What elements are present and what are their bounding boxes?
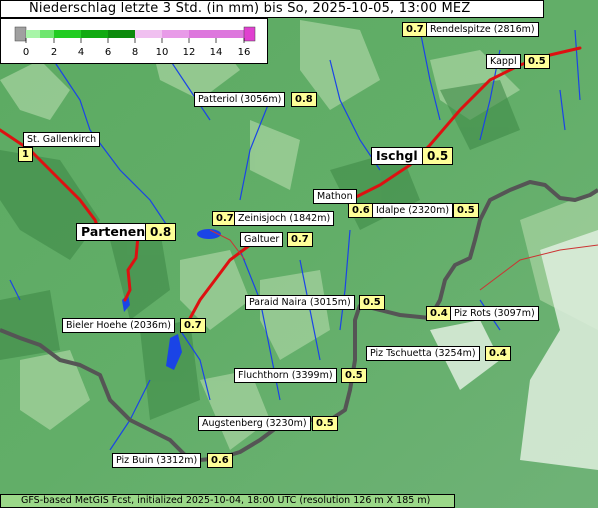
place-label[interactable]: Paraid Naira (3015m) — [245, 295, 355, 310]
place-value: 1 — [18, 147, 33, 162]
place-label[interactable]: Piz Tschuetta (3254m) — [366, 346, 480, 361]
forecast-footer: GFS-based MetGIS Fcst, initialized 2025-… — [0, 494, 455, 508]
place-label[interactable]: Kappl — [486, 54, 521, 69]
legend-swatch-6 — [135, 30, 162, 38]
place-value: 0.4 — [426, 306, 452, 321]
place-value: 0.5 — [524, 54, 550, 69]
place-value: 0.6 — [207, 453, 233, 468]
legend-swatch-2 — [40, 30, 54, 38]
place-label[interactable]: Patteriol (3056m) — [194, 92, 286, 107]
precipitation-legend: 0 2 4 6 8 10 12 14 16 — [0, 18, 268, 64]
place-label[interactable]: Galtuer — [240, 232, 284, 247]
place-label-town[interactable]: Partenen — [76, 223, 151, 241]
place-value: 0.5 — [312, 416, 338, 431]
legend-tick-16: 16 — [238, 47, 251, 58]
place-value: 0.8 — [291, 92, 317, 107]
place-value: 0.5 — [422, 147, 454, 165]
place-value: 0.5 — [359, 295, 385, 310]
place-value: 0.5 — [453, 203, 479, 218]
legend-tick-12: 12 — [183, 47, 196, 58]
legend-swatch-7 — [162, 30, 189, 38]
place-value: 0.7 — [287, 232, 313, 247]
place-label[interactable]: Bieler Hoehe (2036m) — [62, 318, 175, 333]
place-value: 0.7 — [180, 318, 206, 333]
legend-swatch-3 — [54, 30, 81, 38]
legend-tick-8: 8 — [132, 47, 138, 58]
place-label[interactable]: Augstenberg (3230m) — [198, 416, 311, 431]
place-label[interactable]: St. Gallenkirch — [23, 132, 101, 147]
legend-tick-0: 0 — [23, 47, 29, 58]
place-label[interactable]: Rendelspitze (2816m) — [426, 22, 539, 37]
legend-swatch-5 — [108, 30, 135, 38]
legend-swatch-9 — [243, 26, 256, 42]
legend-tick-14: 14 — [210, 47, 223, 58]
place-value: 0.4 — [485, 346, 511, 361]
place-value: 0.8 — [145, 223, 177, 241]
place-label-town[interactable]: Ischgl — [371, 147, 423, 165]
legend-swatch-4 — [81, 30, 108, 38]
legend-swatch-0 — [14, 26, 27, 42]
legend-tick-10: 10 — [156, 47, 169, 58]
legend-tick-4: 4 — [78, 47, 84, 58]
place-value: 0.5 — [341, 368, 367, 383]
legend-colorbar: 0 2 4 6 8 10 12 14 16 — [14, 26, 256, 58]
place-label[interactable]: Fluchthorn (3399m) — [234, 368, 337, 383]
legend-tick-6: 6 — [105, 47, 111, 58]
place-value: 0.6 — [348, 203, 374, 218]
precipitation-map[interactable]: Niederschlag letzte 3 Std. (in mm) bis S… — [0, 0, 598, 508]
map-title: Niederschlag letzte 3 Std. (in mm) bis S… — [0, 0, 544, 18]
legend-swatch-1 — [26, 30, 40, 38]
place-label[interactable]: Piz Rots (3097m) — [450, 306, 539, 321]
place-label[interactable]: Mathon — [313, 189, 357, 204]
place-value: 0.7 — [402, 22, 428, 37]
legend-swatch-8 — [189, 30, 244, 38]
legend-tick-2: 2 — [51, 47, 57, 58]
place-label[interactable]: Idalpe (2320m) — [372, 203, 454, 218]
terrain-layer — [0, 0, 598, 508]
place-label[interactable]: Zeinisjoch (1842m) — [234, 211, 335, 226]
place-label[interactable]: Piz Buin (3312m) — [112, 453, 202, 468]
